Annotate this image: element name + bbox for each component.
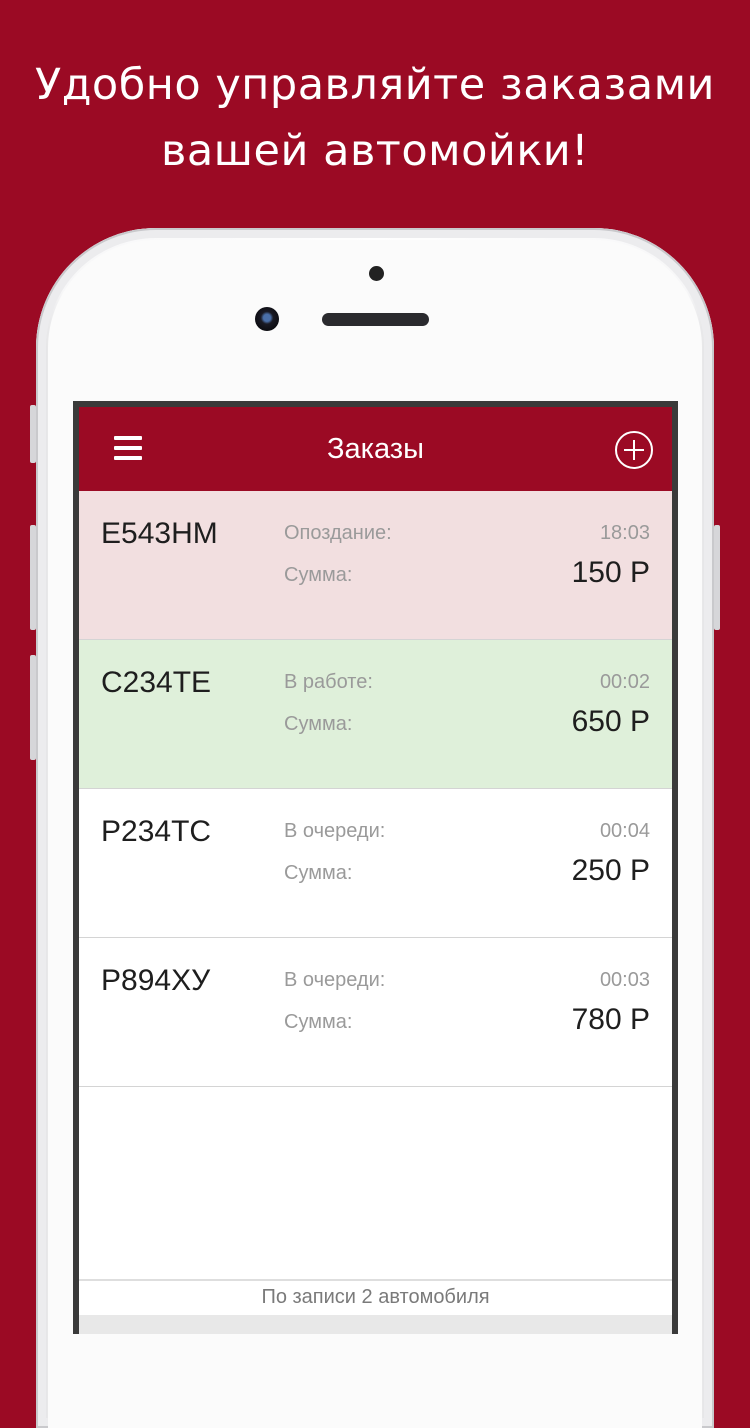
order-row-queued[interactable]: P234TC В очереди: 00:04 Сумма: 250 Р	[79, 789, 672, 938]
order-time: 00:02	[599, 671, 650, 693]
phone-sensor-dot	[369, 266, 384, 281]
footer-divider	[79, 1279, 672, 1281]
phone-screen: Заказы E543HM Опоздание: 18:03 Сумма: 15…	[73, 401, 678, 1334]
order-sum-label: Сумма:	[284, 564, 353, 586]
promo-headline-line-1: Удобно управляйте заказами	[34, 60, 715, 110]
order-time: 00:03	[599, 969, 650, 991]
add-order-plus-icon[interactable]	[615, 431, 653, 469]
footer-bar	[79, 1315, 672, 1334]
order-sum-label: Сумма:	[284, 862, 353, 884]
order-sum-label: Сумма:	[284, 1011, 353, 1033]
order-time: 18:03	[599, 522, 650, 544]
order-time: 00:04	[599, 820, 650, 842]
order-sum: 650 Р	[571, 705, 650, 738]
promo-headline: Удобно управляйте заказами вашей автомой…	[0, 52, 750, 184]
order-status-label: В очереди:	[284, 969, 386, 991]
app-bar: Заказы	[79, 407, 672, 491]
promo-headline-line-2: вашей автомойки!	[160, 126, 589, 176]
license-plate: P894XУ	[101, 964, 211, 997]
order-status-label: В работе:	[284, 671, 373, 693]
license-plate: P234TC	[101, 815, 212, 848]
phone-side-button-right	[714, 525, 720, 630]
order-sum-label: Сумма:	[284, 713, 353, 735]
order-sum: 250 Р	[571, 854, 650, 887]
order-row-late[interactable]: E543HM Опоздание: 18:03 Сумма: 150 Р	[79, 491, 672, 640]
phone-side-button-left-top	[30, 405, 36, 463]
order-row-queued[interactable]: P894XУ В очереди: 00:03 Сумма: 780 Р	[79, 938, 672, 1087]
app-screen: Заказы E543HM Опоздание: 18:03 Сумма: 15…	[79, 407, 672, 1334]
front-camera-icon	[255, 307, 279, 331]
license-plate: E543HM	[101, 517, 218, 550]
order-status-label: Опоздание:	[284, 522, 392, 544]
order-status-label: В очереди:	[284, 820, 386, 842]
order-sum: 780 Р	[571, 1003, 650, 1036]
phone-side-button-left-bottom	[30, 655, 36, 760]
page-title: Заказы	[327, 433, 424, 465]
phone-speaker-grille	[322, 313, 429, 326]
order-row-in-work[interactable]: C234TE В работе: 00:02 Сумма: 650 Р	[79, 640, 672, 789]
phone-side-button-left-middle	[30, 525, 36, 630]
order-sum: 150 Р	[571, 556, 650, 589]
license-plate: C234TE	[101, 666, 212, 699]
scheduled-cars-summary: По записи 2 автомобиля	[261, 1286, 490, 1308]
